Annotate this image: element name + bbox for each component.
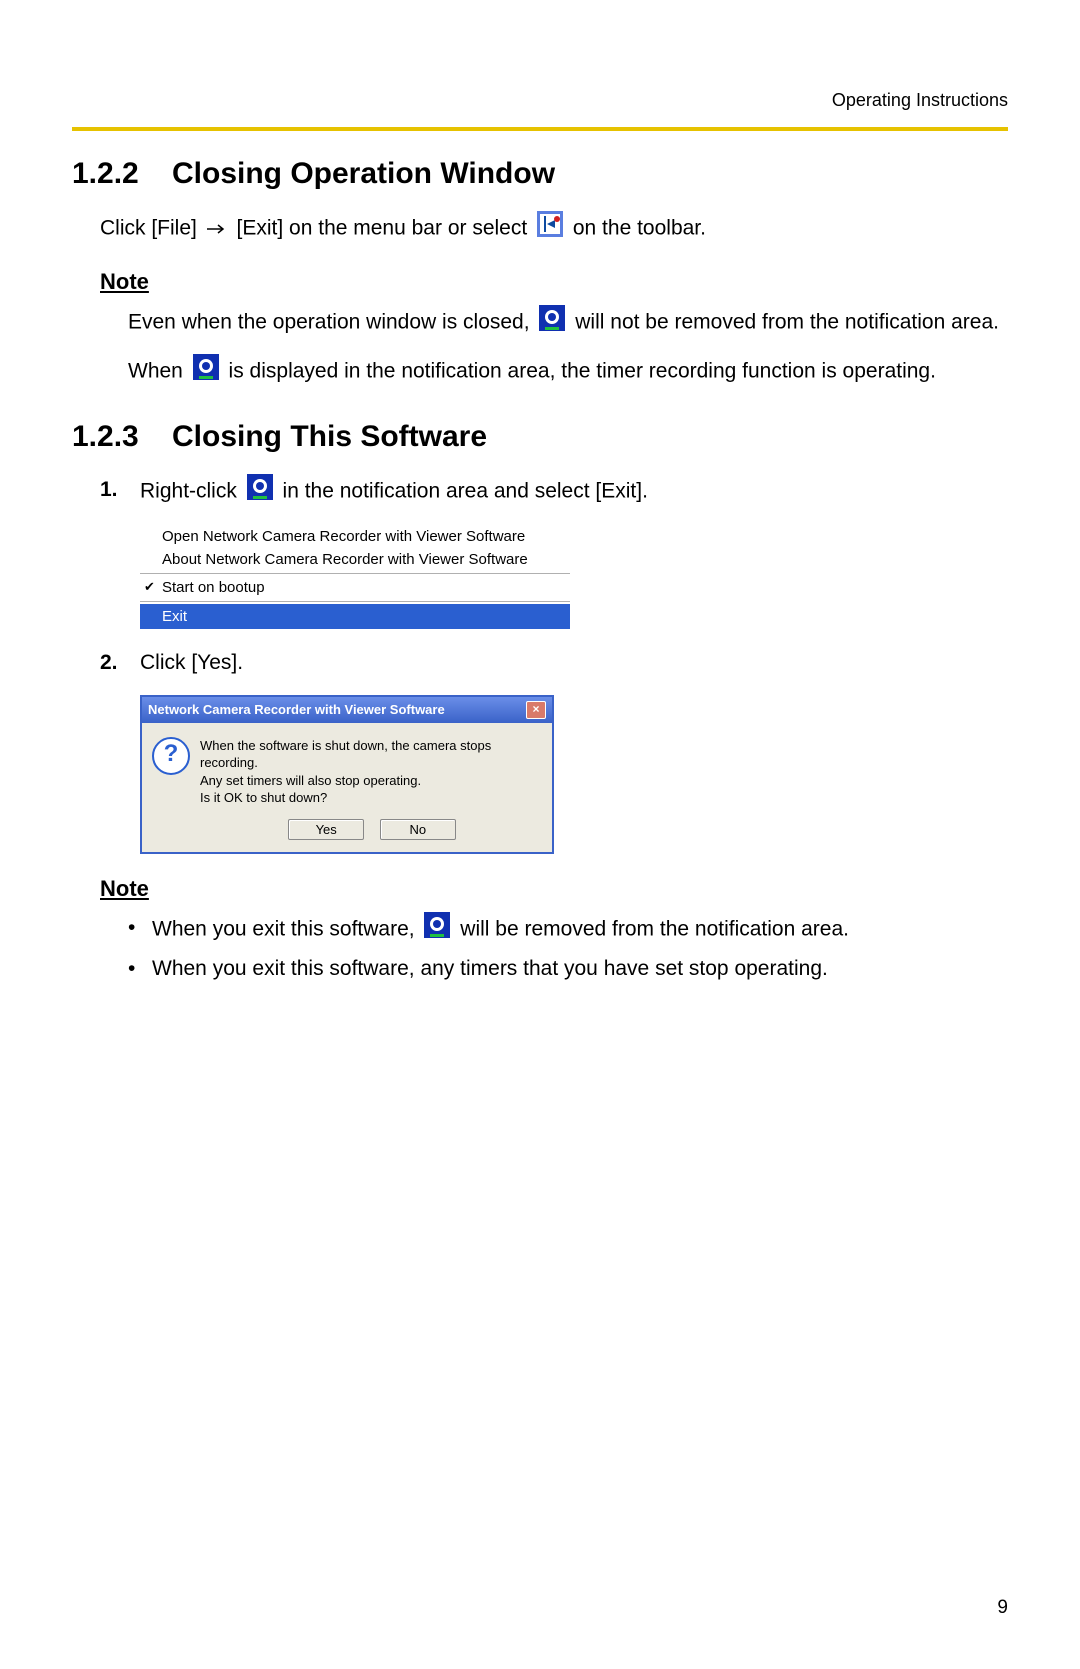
header-label: Operating Instructions	[72, 90, 1008, 111]
tray-camera-icon	[193, 354, 219, 390]
question-icon: ?	[152, 737, 190, 775]
ctx-separator	[140, 573, 570, 574]
no-button[interactable]: No	[380, 819, 456, 840]
section-122-num: 1.2.2	[72, 157, 172, 191]
bullet-icon: •	[128, 912, 152, 948]
ctx-item-about[interactable]: About Network Camera Recorder with Viewe…	[140, 548, 570, 571]
tray-camera-icon	[247, 474, 273, 510]
step-1: 1. Right-click in the notification area …	[72, 474, 1008, 510]
step-2-num: 2.	[100, 647, 140, 679]
close-icon[interactable]: ×	[526, 701, 546, 719]
ctx-item-start-on-boot[interactable]: Start on bootup	[140, 576, 570, 599]
note-heading-123: Note	[100, 876, 1008, 902]
step-1-num: 1.	[100, 474, 140, 510]
dialog-titlebar: Network Camera Recorder with Viewer Soft…	[142, 697, 552, 723]
section-122-title: Closing Operation Window	[172, 157, 555, 190]
section-123-heading: 1.2.3Closing This Software	[72, 420, 1008, 454]
ctx-separator	[140, 601, 570, 602]
bullet-1: • When you exit this software, will be r…	[128, 912, 1008, 948]
tray-camera-icon	[424, 912, 450, 948]
section-123-num: 1.2.3	[72, 420, 172, 454]
sect122-note1: Even when the operation window is closed…	[128, 305, 1008, 341]
exit-toolbar-icon	[537, 211, 563, 247]
section-123-title: Closing This Software	[172, 420, 487, 453]
note-heading-122: Note	[100, 269, 1008, 295]
section-122-heading: 1.2.2Closing Operation Window	[72, 157, 1008, 191]
bullet-2: • When you exit this software, any timer…	[128, 953, 1008, 985]
ctx-item-open[interactable]: Open Network Camera Recorder with Viewer…	[140, 525, 570, 548]
dialog-title-text: Network Camera Recorder with Viewer Soft…	[148, 702, 445, 717]
step-2: 2. Click [Yes].	[72, 647, 1008, 679]
dialog-message: When the software is shut down, the came…	[200, 737, 542, 807]
page-number: 9	[997, 1597, 1008, 1619]
sect122-instruction: Click [File] [Exit] on the menu bar or s…	[100, 211, 1008, 247]
ctx-item-exit[interactable]: Exit	[140, 604, 570, 629]
context-menu-figure: Open Network Camera Recorder with Viewer…	[140, 525, 1008, 629]
sect122-note2: When is displayed in the notification ar…	[128, 354, 1008, 390]
arrow-right-icon	[207, 213, 227, 245]
yes-button[interactable]: Yes	[288, 819, 364, 840]
top-rule	[72, 127, 1008, 131]
bullet-icon: •	[128, 953, 152, 985]
confirm-dialog-figure: Network Camera Recorder with Viewer Soft…	[140, 695, 1008, 854]
tray-camera-icon	[539, 305, 565, 341]
